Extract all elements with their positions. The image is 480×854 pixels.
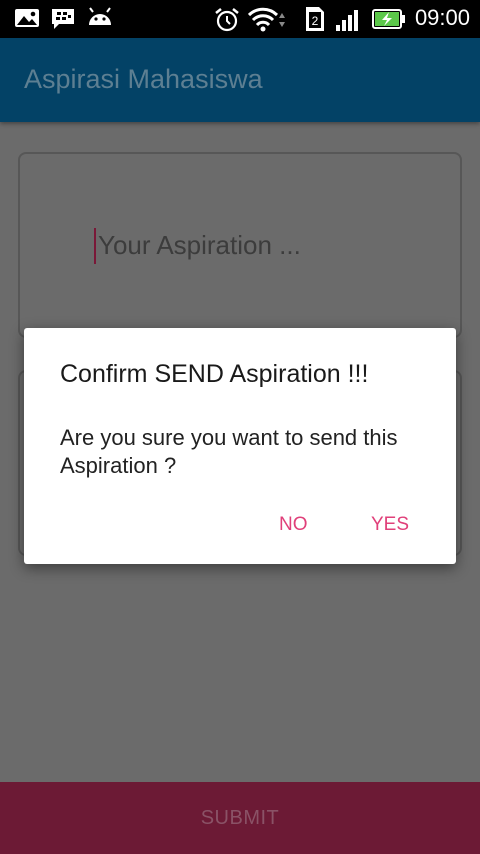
sim-slot-number: 2: [312, 14, 319, 28]
aspiration-placeholder: Your Aspiration ...: [98, 230, 301, 260]
battery-charging-icon: [372, 7, 406, 36]
confirm-dialog: Confirm SEND Aspiration !!! Are you sure…: [24, 328, 456, 564]
bbm-icon: [50, 7, 76, 36]
gallery-icon: [14, 7, 40, 34]
aspiration-input[interactable]: Your Aspiration ...: [18, 152, 462, 338]
sim-icon: 2: [304, 6, 326, 37]
signal-icon: [334, 7, 362, 38]
submit-button-label: SUBMIT: [200, 806, 280, 829]
status-clock: 09:00: [414, 5, 470, 30]
status-bar: 2 09:00: [0, 0, 480, 38]
dialog-title: Confirm SEND Aspiration !!!: [60, 360, 369, 388]
alarm-icon: [214, 7, 240, 38]
wifi-icon: [247, 7, 288, 38]
dialog-yes-button[interactable]: YES: [367, 512, 413, 538]
text-cursor: [94, 228, 96, 264]
app-bar: Aspirasi Mahasiswa: [0, 38, 480, 122]
android-icon: [86, 7, 114, 34]
app-title: Aspirasi Mahasiswa: [24, 64, 263, 94]
dialog-message: Are you sure you want to send this Aspir…: [60, 425, 398, 478]
submit-button[interactable]: SUBMIT: [0, 782, 480, 854]
dialog-no-button[interactable]: NO: [275, 512, 312, 538]
